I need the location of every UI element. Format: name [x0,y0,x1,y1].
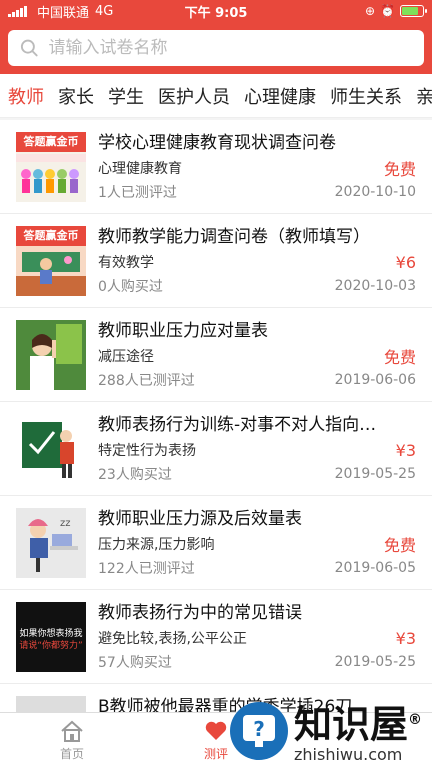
nav-assessment-label: 测评 [203,746,228,761]
tab-medical-staff[interactable]: 医护人员 [158,83,230,109]
thumb-caption-line1: 如果你想表扬我 [19,629,83,639]
search-icon [20,39,38,57]
category-tabs: 教师 家长 学生 医护人员 心理健康 师生关系 亲子 [0,74,432,118]
survey-price: ¥6 [395,252,416,272]
survey-tag: 有效教学 [98,255,154,271]
watermark: ? 知识屋® zhishiwu.com [230,696,430,766]
survey-price: 免费 [383,536,416,555]
list-item[interactable]: 教师表扬行为训练-对事不对人指向… 特定性行为表扬 ¥3 23人购买过 2019… [0,402,432,496]
watermark-cn: 知识屋 [294,702,409,747]
survey-thumbnail: 如果你想表扬我 请说“你都努力” [16,602,86,672]
survey-price: 免费 [383,348,416,367]
survey-tag: 特定性行为表扬 [98,443,196,459]
network-label: 4G [95,3,114,19]
survey-price: 免费 [383,160,416,179]
survey-date: 2019-05-25 [334,654,416,670]
survey-date: 2019-05-25 [334,466,416,482]
search-input[interactable] [48,38,412,58]
status-bar: 中国联通 4G 下午 9:05 ⊕ ⏰ [0,0,432,22]
tab-parent[interactable]: 家长 [58,83,94,109]
survey-title: 教师教学能力调查问卷（教师填写） [98,227,370,247]
survey-list: 答题赢金币 学校心理健康教育现状调查问卷 心理健康教育 免费 1人已测评过 20… [0,120,432,712]
survey-thumbnail [16,320,86,390]
tab-student[interactable]: 学生 [108,83,144,109]
list-item[interactable]: 答题赢金币 教师教学能力调查问卷（教师填写） 有效教学 ¥6 0人购买过 202… [0,214,432,308]
watermark-registered: ® [408,711,423,728]
home-icon [61,720,83,742]
survey-price: ¥3 [395,628,416,648]
list-item[interactable]: 教师职业压力应对量表 减压途径 免费 288人已测评过 2019-06-06 [0,308,432,402]
survey-date: 2019-06-05 [334,560,416,576]
survey-title: 教师职业压力应对量表 [98,321,268,341]
survey-count: 0人购买过 [98,279,163,295]
survey-date: 2020-10-03 [334,278,416,294]
svg-text:?: ? [253,717,265,741]
alarm-icon: ⏰ [380,4,395,18]
survey-count: 1人已测评过 [98,185,177,201]
svg-text:zz: zz [60,518,71,529]
thumb-banner: 答题赢金币 [16,226,86,246]
tab-teacher-student[interactable]: 师生关系 [330,83,402,109]
survey-count: 288人已测评过 [98,373,195,389]
watermark-logo: ? [230,702,288,760]
survey-title: 教师职业压力源及后效量表 [98,509,302,529]
list-item[interactable]: 答题赢金币 学校心理健康教育现状调查问卷 心理健康教育 免费 1人已测评过 20… [0,120,432,214]
signal-icon [8,5,27,17]
list-item[interactable]: zz 教师职业压力源及后效量表 压力来源,压力影响 免费 122人已测评过 20… [0,496,432,590]
survey-tag: 避免比较,表扬,公平公正 [98,631,247,647]
tab-parent-child[interactable]: 亲子 [416,83,432,109]
carrier-label: 中国联通 [37,5,90,21]
survey-title: 教师表扬行为训练-对事不对人指向… [98,415,377,435]
survey-count: 57人购买过 [98,655,172,671]
survey-date: 2020-10-10 [334,184,416,200]
watermark-en: zhishiwu.com [294,745,403,765]
survey-tag: 压力来源,压力影响 [98,537,215,553]
rotation-lock-icon: ⊕ [364,4,376,18]
search-bar[interactable] [8,30,424,66]
survey-count: 122人已测评过 [98,561,195,577]
survey-title: 学校心理健康教育现状调查问卷 [98,133,336,153]
survey-tag: 减压途径 [98,349,154,365]
nav-home-label: 首页 [59,746,84,761]
app-header: 中国联通 4G 下午 9:05 ⊕ ⏰ [0,0,432,74]
survey-date: 2019-06-06 [334,372,416,388]
survey-thumbnail [16,414,86,484]
survey-count: 23人购买过 [98,467,172,483]
battery-icon [400,5,427,17]
survey-tag: 心理健康教育 [98,161,182,177]
survey-thumbnail: 答题赢金币 [16,226,86,296]
survey-thumbnail: 答题赢金币 [16,132,86,202]
list-item[interactable]: 如果你想表扬我 请说“你都努力” 教师表扬行为中的常见错误 避免比较,表扬,公平… [0,590,432,684]
survey-thumbnail [16,696,86,712]
thumb-caption-line2: 请说“你都努力” [19,641,83,651]
tab-mental-health[interactable]: 心理健康 [244,83,316,109]
tab-teacher[interactable]: 教师 [8,83,44,109]
help-icon: ? [243,715,275,747]
survey-thumbnail: zz [16,508,86,578]
survey-title: 教师表扬行为中的常见错误 [98,603,302,623]
nav-home[interactable]: 首页 [0,713,144,768]
heart-icon [205,721,227,740]
survey-price: ¥3 [395,440,416,460]
thumb-banner: 答题赢金币 [16,132,86,152]
